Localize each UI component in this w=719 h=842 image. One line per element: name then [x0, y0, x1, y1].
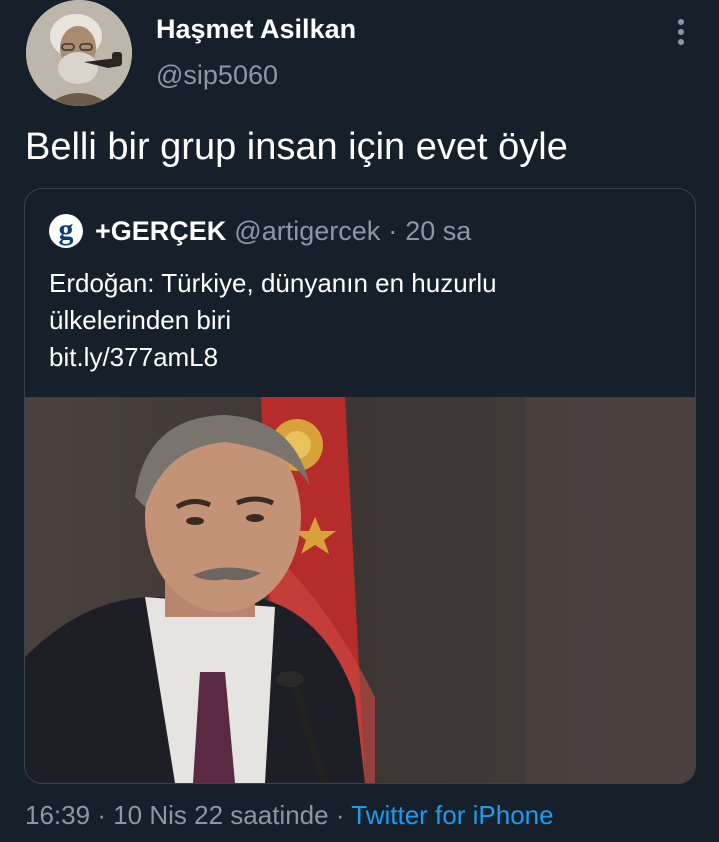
more-vertical-icon	[678, 19, 684, 45]
tweet-text: Belli bir grup insan için evet öyle	[25, 126, 568, 168]
more-options-button[interactable]	[665, 12, 697, 52]
quote-logo-letter: g	[58, 212, 74, 246]
author-name[interactable]: Haşmet Asilkan	[156, 14, 356, 45]
author-avatar[interactable]	[26, 0, 132, 106]
quote-text-line: Erdoğan: Türkiye, dünyanın en huzurlu	[49, 268, 497, 298]
quote-header: g +GERÇEK @artigercek · 20 sa	[49, 213, 471, 249]
quoted-tweet-card[interactable]: g +GERÇEK @artigercek · 20 sa Erdoğan: T…	[24, 188, 696, 784]
quote-separator: ·	[388, 215, 398, 246]
meta-separator: ·	[97, 800, 106, 830]
tweet-source-link[interactable]: Twitter for iPhone	[351, 800, 553, 830]
quote-time[interactable]: 20 sa	[405, 216, 471, 247]
author-handle[interactable]: @sip5060	[156, 60, 278, 91]
quote-text-line: ülkelerinden biri	[49, 305, 232, 335]
quote-text: Erdoğan: Türkiye, dünyanın en huzurlu ül…	[49, 265, 669, 376]
quote-photo[interactable]	[25, 397, 695, 783]
quote-avatar[interactable]: g	[49, 214, 83, 248]
quote-link[interactable]: bit.ly/377amL8	[49, 339, 669, 376]
quote-author-handle[interactable]: @artigercek	[234, 216, 380, 247]
tweet-date[interactable]: 10 Nis 22 saatinde	[113, 800, 328, 830]
quote-author-name[interactable]: +GERÇEK	[95, 216, 226, 247]
tweet-time[interactable]: 16:39	[25, 800, 90, 830]
tweet-metadata: 16:39 · 10 Nis 22 saatinde · Twitter for…	[25, 800, 554, 831]
meta-separator: ·	[335, 800, 345, 830]
